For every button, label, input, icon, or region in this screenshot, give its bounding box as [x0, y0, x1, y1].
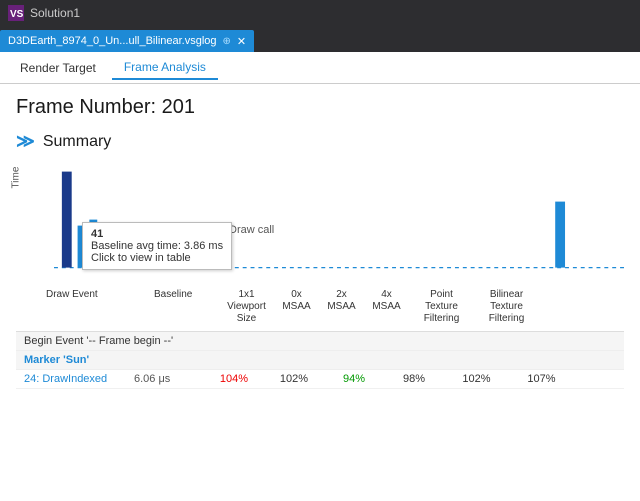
cell-baseline: 6.06 μs [134, 373, 204, 385]
vs-logo-icon: VS [8, 5, 24, 21]
draw-call-label: Draw call [229, 224, 274, 236]
y-axis-label: Time [11, 148, 22, 208]
svg-text:VS: VS [10, 9, 24, 20]
table-section-begin-event: Begin Event '-- Frame begin --' [16, 332, 624, 351]
pin-icon: ⊕ [223, 36, 231, 47]
draw-indexed-link[interactable]: 24: DrawIndexed [24, 373, 134, 385]
title-bar: VS Solution1 [0, 0, 640, 26]
app-title: Solution1 [30, 6, 80, 20]
table-area: Begin Event '-- Frame begin --' Marker '… [16, 331, 624, 389]
file-tab-label: D3DEarth_8974_0_Un...ull_Bilinear.vsglog [8, 35, 217, 47]
cell-col3: 94% [324, 373, 384, 385]
chart-container: Time 41 Ba [24, 162, 624, 285]
main-content: Frame Number: 201 ≫ Summary Time [0, 84, 640, 501]
cell-col2: 102% [264, 373, 324, 385]
col-header-0xmsaa: 0xMSAA [274, 289, 319, 313]
file-tab[interactable]: D3DEarth_8974_0_Un...ull_Bilinear.vsglog… [0, 30, 254, 52]
cell-col4: 98% [384, 373, 444, 385]
cell-col5: 102% [444, 373, 509, 385]
cell-col6: 107% [509, 373, 574, 385]
table-row: 24: DrawIndexed 6.06 μs 104% 102% 94% 98… [16, 370, 624, 389]
tooltip-draw-number: 41 [91, 228, 223, 240]
tab-render-target[interactable]: Render Target [8, 57, 108, 79]
table-section-marker-sun: Marker 'Sun' [16, 351, 624, 370]
chart-svg-wrapper: 41 Baseline avg time: 3.86 ms Click to v… [54, 162, 624, 285]
col-header-bilinear-texture: BilinearTextureFiltering [474, 289, 539, 325]
tooltip-click-hint: Click to view in table [91, 252, 223, 264]
chart-tooltip: 41 Baseline avg time: 3.86 ms Click to v… [82, 222, 232, 270]
frame-number-title: Frame Number: 201 [16, 96, 624, 119]
tooltip-baseline-avg: Baseline avg time: 3.86 ms [91, 240, 223, 252]
column-headers: Draw Event Baseline 1x1ViewportSize 0xMS… [46, 289, 624, 325]
col-header-point-texture: PointTextureFiltering [409, 289, 474, 325]
close-icon[interactable]: ✕ [237, 35, 246, 48]
col-header-viewport: 1x1ViewportSize [219, 289, 274, 325]
col-header-2xmsaa: 2xMSAA [319, 289, 364, 313]
file-tab-row: D3DEarth_8974_0_Un...ull_Bilinear.vsglog… [0, 26, 640, 52]
cell-col1: 104% [204, 373, 264, 385]
content-tabs-bar: Render Target Frame Analysis [0, 52, 640, 84]
col-header-draw-event: Draw Event [46, 289, 154, 300]
col-header-4xmsaa: 4xMSAA [364, 289, 409, 313]
col-header-baseline: Baseline [154, 289, 219, 300]
summary-header: ≫ Summary [16, 131, 624, 152]
tab-frame-analysis[interactable]: Frame Analysis [112, 56, 218, 80]
summary-label: Summary [43, 133, 111, 151]
